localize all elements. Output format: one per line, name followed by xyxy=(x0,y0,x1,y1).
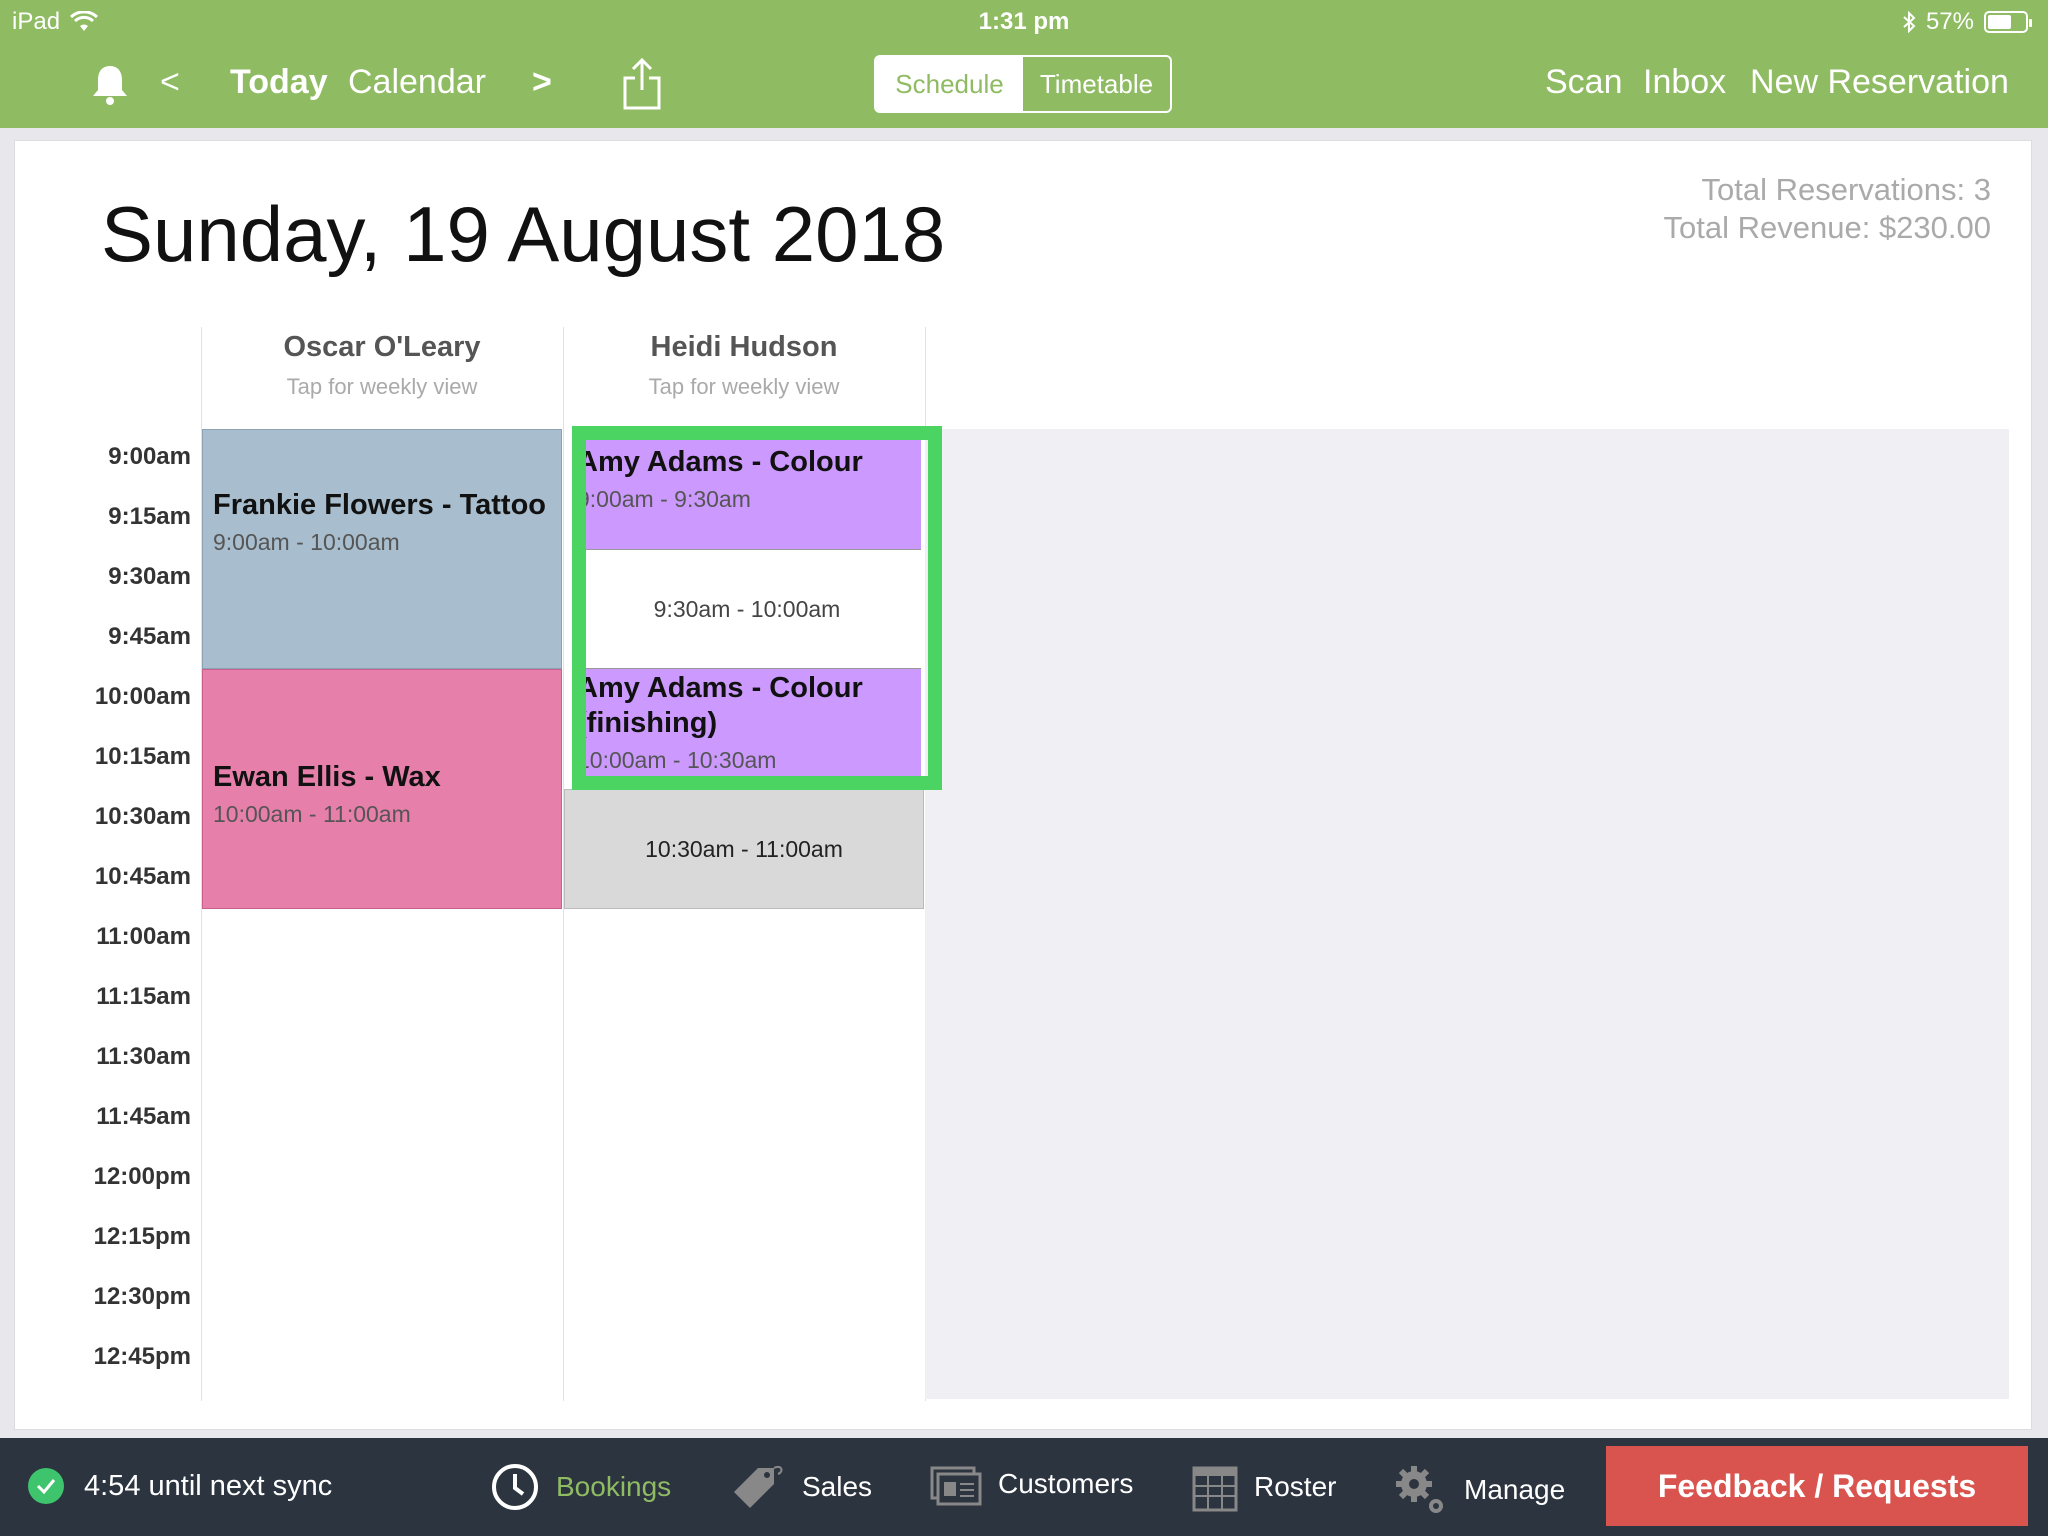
tab-sales[interactable]: Sales xyxy=(730,1462,872,1512)
battery-percent: 57% xyxy=(1925,8,1974,35)
tab-label: Sales xyxy=(802,1471,873,1502)
tab-bookings[interactable]: Bookings xyxy=(490,1462,671,1512)
clock-icon xyxy=(492,1464,538,1510)
today-button[interactable]: Today xyxy=(230,62,328,102)
time-label: 11:30am xyxy=(96,1043,191,1070)
staff-name: Heidi Hudson xyxy=(650,331,838,363)
time-label: 10:00am xyxy=(94,683,191,710)
staff-subtitle: Tap for weekly view xyxy=(648,374,840,399)
time-label: 11:00am xyxy=(96,923,191,950)
sync-text: 4:54 until next sync xyxy=(84,1469,333,1502)
status-bar: iPad 1:31 pm 57% xyxy=(0,0,2048,40)
selection-highlight xyxy=(572,426,942,790)
time-label: 9:15am xyxy=(108,503,191,530)
total-revenue: Total Revenue: $230.00 xyxy=(1663,210,1991,245)
feedback-button[interactable]: Feedback / Requests xyxy=(1606,1446,2028,1526)
tab-label: Roster xyxy=(1254,1471,1337,1502)
sync-status: 4:54 until next sync xyxy=(28,1468,332,1504)
gear-icon xyxy=(1396,1466,1443,1513)
time-label: 10:15am xyxy=(94,743,191,770)
schedule-card: Sunday, 19 August 2018 Total Reservation… xyxy=(14,140,2032,1430)
next-day-button[interactable]: > xyxy=(532,62,552,102)
appointment-frankie-flowers[interactable]: Frankie Flowers - Tattoo 9:00am - 10:00a… xyxy=(202,429,562,669)
time-label: 12:45pm xyxy=(93,1343,191,1370)
time-label: 10:30am xyxy=(94,803,191,830)
total-reservations: Total Reservations: 3 xyxy=(1701,172,1991,207)
prev-day-button[interactable]: < xyxy=(160,62,180,102)
appointment-time: 9:00am - 10:00am xyxy=(213,529,400,555)
share-icon[interactable] xyxy=(622,56,662,112)
staff-subtitle: Tap for weekly view xyxy=(286,374,478,399)
inbox-button[interactable]: Inbox xyxy=(1643,62,1726,102)
bottom-bar: 4:54 until next sync Bookings Sales Cust… xyxy=(0,1438,2048,1536)
bell-icon[interactable] xyxy=(90,62,130,106)
scan-button[interactable]: Scan xyxy=(1545,62,1623,102)
staff-name: Oscar O'Leary xyxy=(283,331,481,363)
tab-customers[interactable]: Customers xyxy=(930,1462,1133,1506)
timetable-tab[interactable]: Timetable xyxy=(1023,57,1170,111)
tab-label: Manage xyxy=(1464,1474,1566,1505)
tab-label: Bookings xyxy=(556,1471,672,1502)
price-tag-icon xyxy=(734,1465,783,1508)
time-label: 12:00pm xyxy=(93,1163,191,1190)
totals: Total Reservations: 3 Total Revenue: $23… xyxy=(1664,171,1991,247)
time-label: 10:45am xyxy=(94,863,191,890)
open-slot[interactable]: 10:30am - 11:00am xyxy=(564,789,924,909)
appointment-title: Frankie Flowers - Tattoo xyxy=(213,489,547,521)
new-reservation-button[interactable]: New Reservation xyxy=(1750,62,2009,102)
time-label: 9:00am xyxy=(108,443,191,470)
page-title: Sunday, 19 August 2018 xyxy=(101,190,946,278)
calendar-grid-icon xyxy=(1192,1466,1238,1512)
appointment-title: Ewan Ellis - Wax xyxy=(213,761,441,793)
time-label: 11:45am xyxy=(96,1103,191,1130)
tab-manage[interactable]: Manage xyxy=(1392,1462,1565,1518)
view-toggle: Schedule Timetable xyxy=(874,55,1172,113)
clock: 1:31 pm xyxy=(978,8,1070,35)
appointment-time: 10:00am - 11:00am xyxy=(213,801,411,827)
bluetooth-icon xyxy=(1903,11,1916,33)
top-bar: iPad 1:31 pm 57% < Today Calendar > Scan… xyxy=(0,0,2048,128)
calendar-button[interactable]: Calendar xyxy=(348,62,486,102)
tab-roster[interactable]: Roster xyxy=(1192,1462,1336,1512)
battery-icon xyxy=(1984,11,2032,33)
tab-label: Customers xyxy=(998,1468,1134,1499)
time-label: 9:45am xyxy=(108,623,191,650)
appointment-ewan-ellis[interactable]: Ewan Ellis - Wax 10:00am - 11:00am xyxy=(202,669,562,909)
time-label: 11:15am xyxy=(96,983,191,1010)
time-label: 9:30am xyxy=(108,563,191,590)
customers-icon xyxy=(930,1466,982,1506)
staff-header-heidi[interactable]: Heidi Hudson Tap for weekly view xyxy=(564,331,924,400)
empty-column-area xyxy=(925,429,2009,1399)
time-label: 12:15pm xyxy=(93,1223,191,1250)
check-icon xyxy=(28,1468,64,1504)
staff-header-oscar[interactable]: Oscar O'Leary Tap for weekly view xyxy=(202,331,562,400)
schedule-tab[interactable]: Schedule xyxy=(876,57,1023,111)
time-label: 12:30pm xyxy=(93,1283,191,1310)
